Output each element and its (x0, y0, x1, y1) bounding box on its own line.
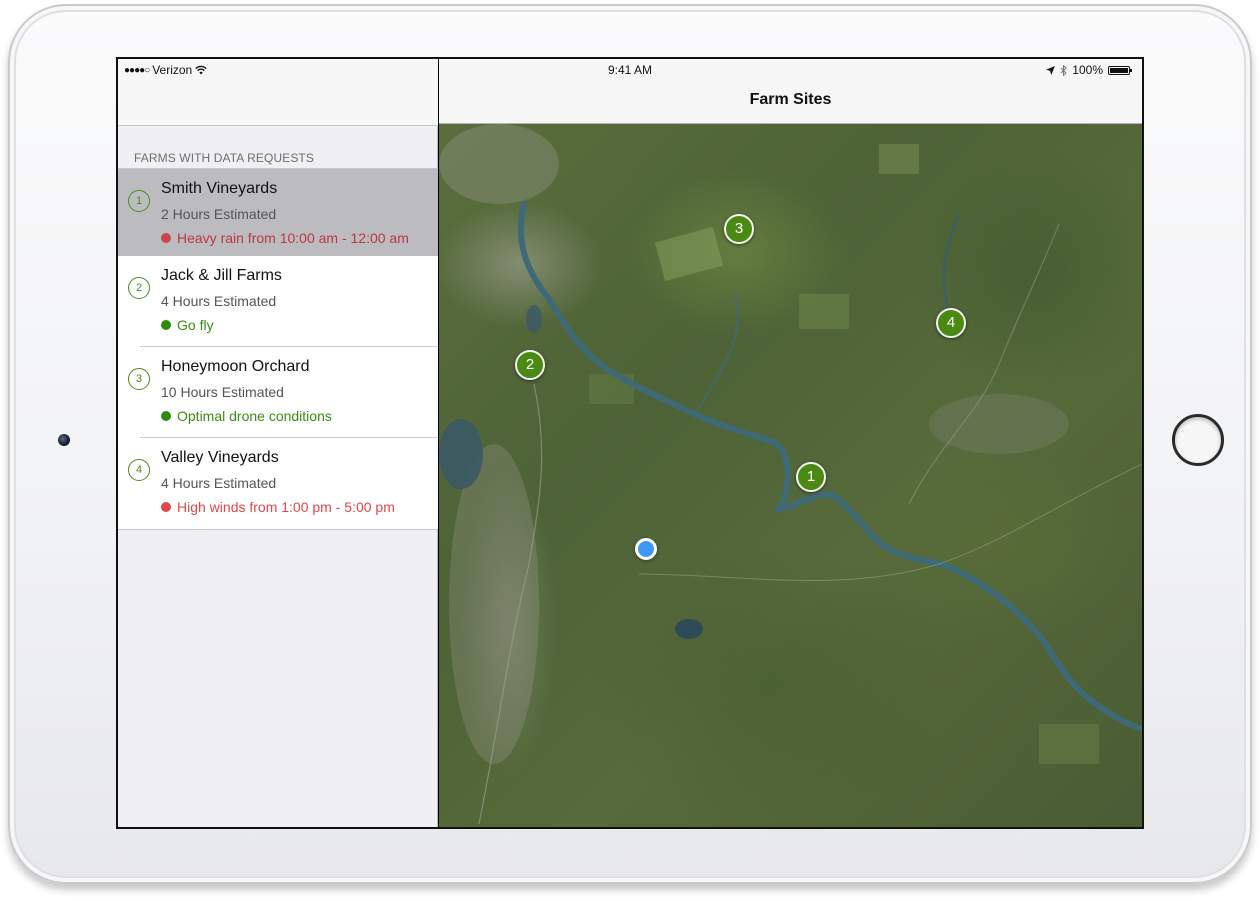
farm-status-text: Heavy rain from 10:00 am - 12:00 am (177, 230, 409, 246)
detail-panel: Farm Sites 3 4 2 1 (439, 59, 1142, 827)
farm-status: Optimal drone conditions (161, 408, 438, 424)
farm-estimate: 2 Hours Estimated (161, 206, 277, 222)
farm-item-smith-vineyards[interactable]: 1 Smith Vineyards 2 Hours Estimated Heav… (118, 169, 438, 256)
farm-item-jack-jill-farms[interactable]: 2 Jack & Jill Farms 4 Hours Estimated Go… (118, 256, 438, 347)
farm-name: Jack & Jill Farms (161, 267, 282, 284)
status-dot-icon (161, 320, 171, 330)
farm-status: Go fly (161, 317, 438, 333)
camera-icon (58, 434, 70, 446)
page-title: Farm Sites (749, 91, 832, 108)
map-pin-2[interactable]: 2 (515, 350, 545, 380)
bluetooth-icon (1060, 64, 1068, 76)
farm-estimate: 10 Hours Estimated (161, 384, 284, 400)
farm-status: Heavy rain from 10:00 am - 12:00 am (161, 230, 438, 246)
farm-status: High winds from 1:00 pm - 5:00 pm (161, 499, 438, 515)
farm-status-text: Go fly (177, 317, 214, 333)
farm-item-honeymoon-orchard[interactable]: 3 Honeymoon Orchard 10 Hours Estimated O… (118, 347, 438, 438)
section-header: FARMS WITH DATA REQUESTS (134, 151, 314, 165)
farm-name: Smith Vineyards (161, 180, 278, 197)
battery-percent: 100% (1072, 63, 1103, 77)
farm-number-badge: 4 (128, 459, 150, 481)
status-bar: ●●●●○ Verizon 9:41 AM 100% (118, 59, 1142, 81)
status-dot-icon (161, 502, 171, 512)
map-pin-4[interactable]: 4 (936, 308, 966, 338)
home-button[interactable] (1172, 414, 1224, 466)
master-panel: FARMS WITH DATA REQUESTS 1 Smith Vineyar… (118, 59, 438, 827)
map-pin-1[interactable]: 1 (796, 462, 826, 492)
farm-status-text: High winds from 1:00 pm - 5:00 pm (177, 499, 395, 515)
battery-icon (1108, 65, 1132, 75)
farm-number-badge: 1 (128, 190, 150, 212)
farm-number-badge: 3 (128, 368, 150, 390)
status-time: 9:41 AM (607, 63, 653, 77)
user-location-icon (635, 538, 657, 560)
map-pin-3[interactable]: 3 (724, 214, 754, 244)
status-dot-icon (161, 411, 171, 421)
screen: ●●●●○ Verizon 9:41 AM 100% FARMS WITH DA… (116, 57, 1144, 829)
farm-name: Valley Vineyards (161, 449, 279, 466)
farm-list: 1 Smith Vineyards 2 Hours Estimated Heav… (118, 168, 438, 530)
farm-estimate: 4 Hours Estimated (161, 293, 277, 309)
status-dot-icon (161, 233, 171, 243)
farm-name: Honeymoon Orchard (161, 358, 310, 375)
farm-item-valley-vineyards[interactable]: 4 Valley Vineyards 4 Hours Estimated Hig… (118, 438, 438, 529)
farm-status-text: Optimal drone conditions (177, 408, 332, 424)
farm-estimate: 4 Hours Estimated (161, 475, 277, 491)
map-terrain (439, 124, 1142, 825)
farm-number-badge: 2 (128, 277, 150, 299)
location-arrow-icon (1046, 65, 1056, 75)
status-right: 100% (1046, 63, 1132, 77)
satellite-map[interactable]: 3 4 2 1 (439, 124, 1142, 827)
river (517, 201, 1142, 732)
